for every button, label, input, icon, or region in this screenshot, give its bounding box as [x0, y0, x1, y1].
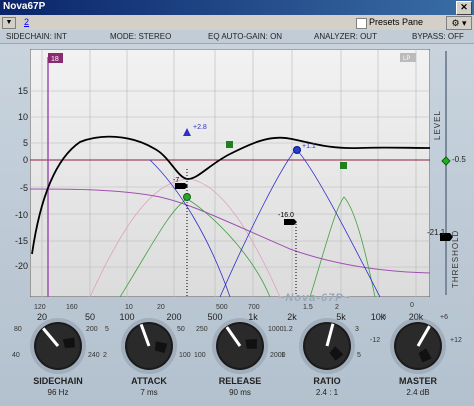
eq-graph[interactable]: 18 LP +2.8 -7 +1.1 -16.0: [30, 49, 430, 297]
y-label: 10: [17, 112, 28, 122]
knob-value: 2.4 : 1: [315, 388, 339, 397]
band-node-green-circle[interactable]: [183, 193, 191, 201]
band-node-value: +2.8: [193, 124, 207, 131]
mode-button[interactable]: MODE: STEREO: [110, 32, 171, 41]
band-node-value: +1.1: [302, 143, 316, 150]
knob-tick-label: 80: [14, 326, 22, 333]
analyzer-button[interactable]: ANALYZER: OUT: [314, 32, 377, 41]
presets-pane-label: Presets Pane: [369, 17, 424, 27]
knob-tick-label: 700: [248, 304, 260, 311]
plugin-window: Nova67P ✕ ▼ 2 Presets Pane ⚙ ▾ SIDECHAIN…: [0, 0, 474, 406]
knob-tick-label: 120: [34, 304, 46, 311]
knob-label: RATIO: [313, 376, 341, 386]
lp-label: LP: [403, 56, 410, 62]
close-button[interactable]: ✕: [456, 1, 472, 15]
knob-tick-label: -12: [370, 337, 381, 344]
threshold-label: THRESHOLD: [451, 229, 460, 288]
header-bar: SIDECHAIN: INT MODE: STEREO EQ AUTO-GAIN…: [0, 30, 474, 44]
attack-knob[interactable]: [117, 314, 181, 378]
knob-tick-label: 1: [281, 352, 285, 359]
autogain-button[interactable]: EQ AUTO-GAIN: ON: [208, 32, 282, 41]
knob-label: RELEASE: [218, 376, 262, 386]
title-bar: Nova67P ✕: [0, 0, 474, 15]
knob-tick-label: 1.5: [303, 304, 313, 311]
knob-value: 96 Hz: [47, 388, 69, 397]
band-node-blue-circle[interactable]: [293, 146, 301, 154]
ratio-knob[interactable]: [295, 314, 359, 378]
knob-value: 7 ms: [140, 388, 158, 397]
band-node-green-square[interactable]: [226, 141, 233, 148]
page-link[interactable]: 2: [24, 17, 29, 27]
sidechain-mode-button[interactable]: SIDECHAIN: INT: [6, 32, 67, 41]
knob-label: MASTER: [399, 376, 437, 386]
knob-tick-label: 1.2: [283, 326, 293, 333]
window-title: Nova67P: [3, 1, 46, 12]
level-handle[interactable]: [441, 156, 451, 166]
y-label: 15: [17, 86, 28, 96]
band-node-value: -7: [173, 177, 179, 184]
knob-tick-label: 160: [66, 304, 78, 311]
threshold-value: -21.1: [427, 228, 446, 237]
band-node-value: -16.0: [278, 212, 294, 219]
knob-tick-label: +12: [450, 337, 462, 344]
knob-label: ATTACK: [131, 376, 167, 386]
y-label: 5: [22, 138, 28, 148]
knob-value: 90 ms: [229, 388, 251, 397]
knob-tick-label: 100: [194, 352, 206, 359]
band-node-green-square-2[interactable]: [340, 162, 347, 169]
level-value: -0.5: [452, 155, 466, 164]
knob-tick-label: 500: [216, 304, 228, 311]
presets-pane-checkbox[interactable]: [356, 18, 367, 29]
knob-label: SIDECHAIN: [33, 376, 83, 386]
dropdown-arrow-icon[interactable]: ▼: [2, 17, 16, 29]
level-label: LEVEL: [433, 110, 442, 140]
knob-tick-label: 20: [157, 304, 165, 311]
plugin-panel: SIDECHAIN: INT MODE: STEREO EQ AUTO-GAIN…: [0, 30, 474, 406]
knob-tick-label: 0: [410, 302, 414, 309]
knob-tick-label: 5: [105, 326, 109, 333]
y-label: -10: [14, 210, 28, 220]
band-marker-label: 18: [51, 56, 59, 63]
master-knob[interactable]: [386, 314, 450, 378]
knob-value: 2.4 dB: [406, 388, 430, 397]
release-knob[interactable]: [208, 314, 272, 378]
y-label: 0: [22, 155, 28, 165]
sidechain-knob[interactable]: [26, 314, 90, 378]
knob-tick-label: 250: [196, 326, 208, 333]
knob-tick-label: 2: [103, 352, 107, 359]
y-label: -20: [14, 261, 28, 271]
knob-tick-label: 40: [12, 352, 20, 359]
nova-logo: ~Nova-67P~: [278, 292, 351, 304]
bypass-button[interactable]: BYPASS: OFF: [412, 32, 464, 41]
knob-tick-label: 2: [335, 304, 339, 311]
y-label: -15: [14, 236, 28, 246]
menu-bar: ▼ 2 Presets Pane ⚙ ▾: [0, 15, 474, 30]
knob-tick-label: 10: [125, 304, 133, 311]
gear-icon[interactable]: ⚙ ▾: [446, 16, 472, 30]
y-label: -5: [19, 183, 28, 193]
